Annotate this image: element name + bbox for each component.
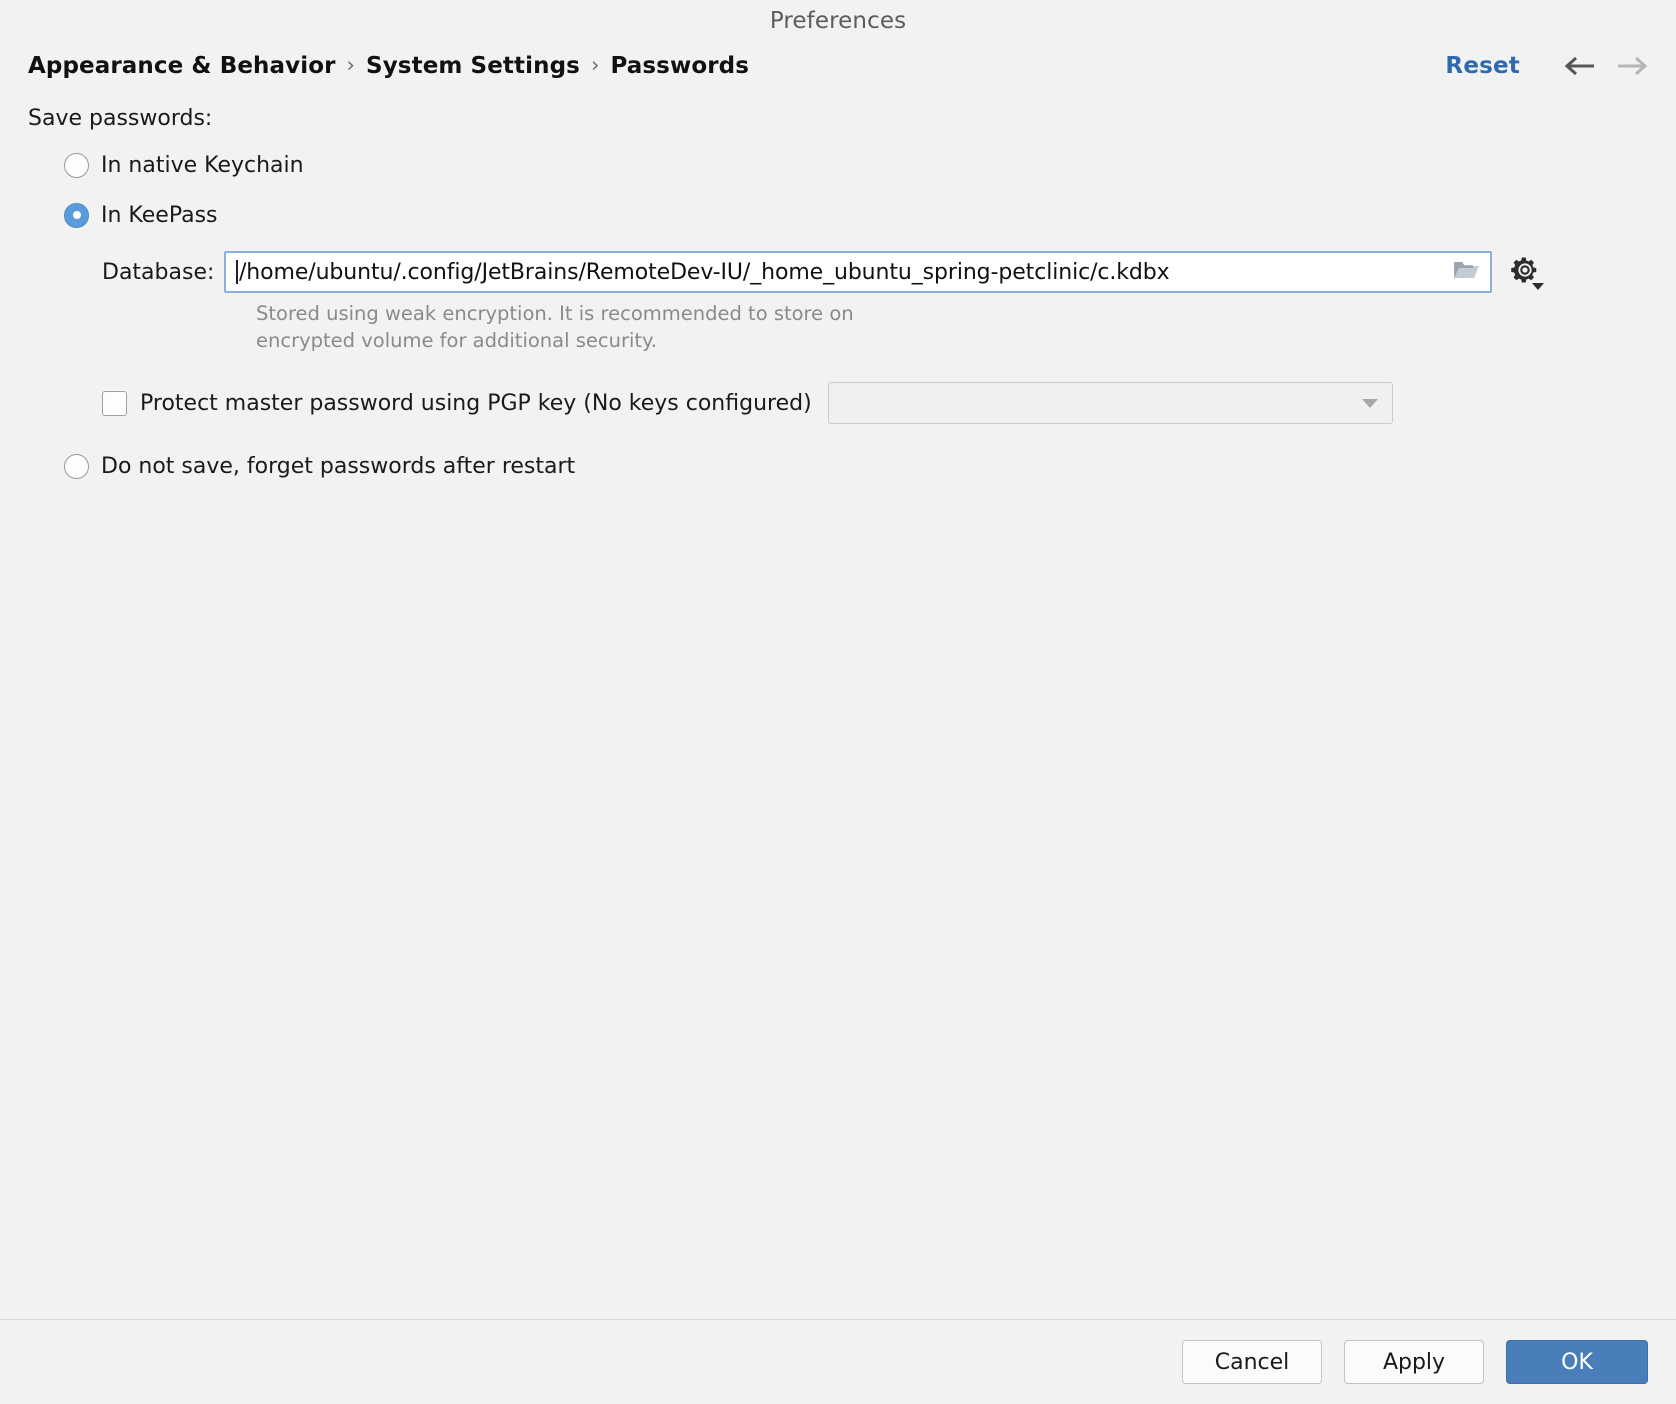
radio-option-keepass[interactable]: In KeePass	[64, 195, 1648, 235]
database-label: Database:	[102, 260, 214, 285]
folder-icon	[1452, 259, 1480, 285]
radio-label: Do not save, forget passwords after rest…	[101, 454, 575, 479]
ok-button[interactable]: OK	[1506, 1340, 1648, 1384]
pgp-checkbox[interactable]	[102, 391, 127, 416]
chevron-down-icon	[1532, 283, 1544, 290]
settings-header: Appearance & Behavior › System Settings …	[0, 40, 1676, 92]
pgp-key-select[interactable]	[828, 382, 1393, 424]
text-caret	[236, 260, 238, 284]
breadcrumb-item-system-settings[interactable]: System Settings	[366, 53, 580, 79]
browse-folder-button[interactable]	[1451, 259, 1481, 285]
save-passwords-label: Save passwords:	[28, 106, 1648, 131]
encryption-hint: Stored using weak encryption. It is reco…	[256, 301, 896, 354]
chevron-down-icon	[1362, 399, 1378, 408]
arrow-right-icon	[1612, 54, 1648, 78]
breadcrumb-item-passwords[interactable]: Passwords	[610, 53, 749, 79]
dialog-footer: Cancel Apply OK	[0, 1320, 1676, 1404]
radio-indicator[interactable]	[64, 203, 89, 228]
pgp-row: Protect master password using PGP key (N…	[102, 382, 1648, 424]
database-path-input[interactable]: /home/ubuntu/.config/JetBrains/RemoteDev…	[224, 251, 1492, 293]
radio-label: In KeePass	[101, 203, 218, 228]
radio-indicator[interactable]	[64, 454, 89, 479]
breadcrumb: Appearance & Behavior › System Settings …	[28, 53, 749, 79]
radio-indicator[interactable]	[64, 153, 89, 178]
breadcrumb-item-appearance-behavior[interactable]: Appearance & Behavior	[28, 53, 336, 79]
radio-label: In native Keychain	[101, 153, 304, 178]
apply-button[interactable]: Apply	[1344, 1340, 1484, 1384]
radio-option-do-not-save[interactable]: Do not save, forget passwords after rest…	[64, 454, 1648, 479]
forward-button	[1610, 49, 1650, 83]
database-row: Database: /home/ubuntu/.config/JetBrains…	[102, 251, 1648, 293]
breadcrumb-separator: ›	[591, 53, 600, 77]
pgp-label: Protect master password using PGP key (N…	[140, 391, 812, 416]
breadcrumb-separator: ›	[347, 53, 356, 77]
database-path-value: /home/ubuntu/.config/JetBrains/RemoteDev…	[239, 260, 1170, 285]
radio-option-native-keychain[interactable]: In native Keychain	[64, 145, 1648, 185]
settings-content: Save passwords: In native Keychain In Ke…	[0, 92, 1676, 479]
arrow-left-icon	[1564, 54, 1600, 78]
back-button[interactable]	[1562, 49, 1602, 83]
cancel-button[interactable]: Cancel	[1182, 1340, 1322, 1384]
reset-button[interactable]: Reset	[1445, 53, 1520, 79]
database-settings-button[interactable]	[1506, 252, 1544, 292]
window-title: Preferences	[0, 0, 1676, 40]
